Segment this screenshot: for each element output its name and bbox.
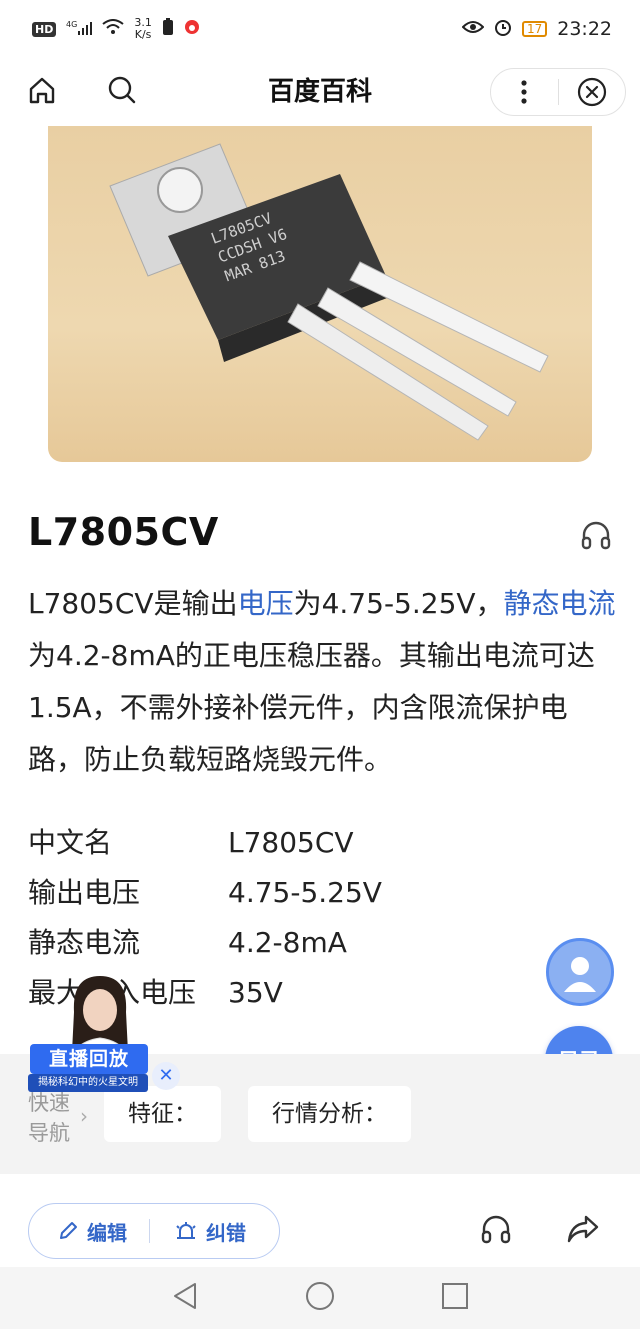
info-key: 输出电压 [28, 876, 141, 909]
chevron-right-icon: › [80, 1104, 88, 1128]
info-value: L7805CV [228, 826, 354, 859]
info-key: 中文名 [28, 826, 113, 859]
quick-nav-chip-market[interactable]: 行情分析： [248, 1086, 411, 1142]
wifi-icon [102, 18, 124, 40]
summary-text: 为4.75-5.25V， [293, 587, 504, 620]
eye-icon [461, 19, 485, 40]
home-circle-icon[interactable] [305, 1281, 335, 1315]
notification-icon [162, 17, 174, 41]
search-icon[interactable] [104, 72, 140, 108]
voltage-regulator-illustration: L7805CV CCDSH V6 MAR 813 [109, 143, 549, 441]
more-icon[interactable] [491, 69, 558, 115]
mini-app-capsule [490, 68, 626, 116]
quick-nav-label: 快速导航 [28, 1091, 70, 1145]
share-icon[interactable] [566, 1213, 600, 1249]
live-replay-label: 直播回放 [30, 1044, 148, 1074]
link-quiescent-current[interactable]: 静态电流 [504, 587, 616, 620]
edit-correct-pill: 编辑 纠错 [28, 1203, 280, 1259]
product-image: L7805CV CCDSH V6 MAR 813 [48, 126, 592, 462]
clock: 23:22 [557, 18, 612, 40]
hd-badge: HD [32, 21, 57, 37]
status-left: HD 4G 3.1 K/s [32, 17, 200, 41]
user-icon [564, 957, 596, 992]
headphones-icon[interactable] [480, 1213, 512, 1249]
home-icon[interactable] [24, 72, 60, 108]
info-key: 静态电流 [28, 926, 141, 959]
weibo-icon [184, 19, 200, 40]
recents-icon[interactable] [441, 1282, 469, 1314]
bottom-toolbar: 编辑 纠错 [0, 1195, 640, 1267]
info-row: 静态电流 4.2-8mA [28, 918, 382, 968]
alarm-icon [494, 18, 512, 41]
edit-button[interactable]: 编辑 [29, 1217, 127, 1246]
info-row: 中文名 L7805CV [28, 818, 382, 868]
summary-text: 为4.2-8mA的正电压稳压器。其输出电流可达1.5A，不需外接补偿元件，内含限… [28, 639, 595, 776]
info-row: 输出电压 4.75-5.25V [28, 868, 382, 918]
edit-label: 编辑 [87, 1220, 127, 1245]
headphones-icon[interactable] [580, 520, 612, 554]
pencil-icon [60, 1222, 77, 1239]
correct-button[interactable]: 纠错 [150, 1217, 246, 1246]
link-voltage[interactable]: 电压 [238, 587, 294, 620]
battery-indicator: 17 [521, 21, 548, 37]
close-icon[interactable]: ✕ [152, 1062, 180, 1090]
status-bar: HD 4G 3.1 K/s 17 23:22 [0, 0, 640, 58]
live-replay-subtitle: 揭秘科幻中的火星文明 [28, 1074, 148, 1092]
cell-signal-icon: 4G [66, 20, 93, 39]
network-speed: 3.1 K/s [134, 16, 152, 41]
back-icon[interactable] [171, 1281, 199, 1315]
svg-text:4G: 4G [66, 20, 77, 29]
status-right: 17 23:22 [461, 18, 612, 41]
info-value: 4.75-5.25V [228, 876, 382, 909]
info-value: 35V [228, 976, 283, 1009]
app-header: 百度百科 [0, 58, 640, 126]
info-value: 4.2-8mA [228, 926, 347, 959]
assistant-avatar[interactable] [546, 938, 614, 1006]
close-icon[interactable] [559, 69, 626, 115]
summary-text: L7805CV是输出 [28, 587, 238, 620]
bell-alert-icon [176, 1222, 196, 1239]
correct-label: 纠错 [206, 1220, 246, 1245]
article-title: L7805CV [28, 510, 219, 554]
system-navigation-bar [0, 1267, 640, 1329]
article-summary: L7805CV是输出电压为4.75-5.25V，静态电流为4.2-8mA的正电压… [28, 578, 618, 786]
